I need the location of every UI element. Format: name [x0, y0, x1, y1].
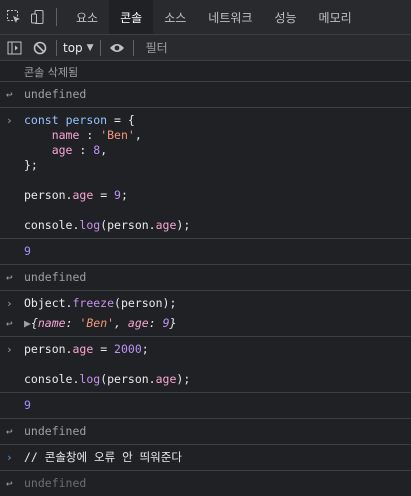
comment-line: // 콘솔창에 오류 안 띄워준다	[24, 450, 182, 464]
tab-sources[interactable]: 소스	[153, 0, 197, 34]
input-row: › // 콘솔창에 오류 안 띄워준다	[0, 445, 411, 471]
expand-triangle-icon[interactable]: ▶	[24, 316, 31, 330]
inspect-element-icon[interactable]	[4, 7, 24, 27]
log-output-row: 9	[0, 239, 411, 265]
result-value: undefined	[24, 270, 87, 284]
result-row: ↩ undefined	[0, 82, 411, 108]
result-arrow-icon: ↩	[6, 317, 13, 330]
result-arrow-icon: ↩	[6, 271, 13, 284]
sidebar-toggle-icon[interactable]	[4, 38, 24, 58]
code-block: person.age = 2000; console.log(person.ag…	[24, 342, 191, 386]
console-toolbar: top ▼ 필터	[0, 35, 411, 61]
device-toolbar-icon[interactable]	[28, 7, 48, 27]
input-chevron-icon: ›	[6, 451, 13, 464]
filter-input[interactable]: 필터	[146, 39, 168, 56]
result-value: undefined	[24, 424, 87, 438]
result-arrow-icon: ↩	[6, 477, 13, 490]
context-label: top	[63, 40, 83, 55]
input-chevron-icon: ›	[6, 297, 13, 310]
code-line: Object.freeze(person);	[24, 296, 177, 310]
result-row: ↩ undefined	[0, 471, 411, 496]
tab-performance[interactable]: 성능	[263, 0, 307, 34]
toolbar-divider	[99, 39, 101, 56]
log-output-value: 9	[24, 398, 31, 412]
eager-result-value: undefined	[24, 476, 87, 490]
context-selector[interactable]: top ▼	[63, 41, 94, 55]
object-preview[interactable]: ▶{name: 'Ben', age: 9}	[0, 314, 411, 336]
tab-network[interactable]: 네트워크	[197, 0, 263, 34]
input-row: › Object.freeze(person);	[0, 291, 411, 314]
input-row: › person.age = 2000; console.log(person.…	[0, 337, 411, 393]
toolbar-divider	[56, 39, 57, 56]
console-messages: 콘솔 삭제됨 ↩ undefined › const person = { na…	[0, 61, 411, 490]
console-cleared-row: 콘솔 삭제됨	[0, 61, 411, 82]
input-row: › const person = { name : 'Ben', age : 8…	[0, 108, 411, 239]
toolbar-divider	[132, 39, 134, 56]
devtools-tabbar: 요소 콘솔 소스 네트워크 성능 메모리	[0, 0, 411, 35]
result-row: ↩ undefined	[0, 265, 411, 291]
result-value: undefined	[24, 87, 87, 101]
chevron-down-icon: ▼	[86, 42, 94, 53]
log-output-value: 9	[24, 244, 31, 258]
tabbar-divider	[56, 8, 57, 26]
result-arrow-icon: ↩	[6, 425, 13, 438]
code-block: const person = { name : 'Ben', age : 8, …	[24, 113, 191, 232]
input-chevron-icon: ›	[6, 343, 13, 356]
result-arrow-icon: ↩	[6, 88, 13, 101]
tab-elements[interactable]: 요소	[65, 0, 109, 34]
tab-memory[interactable]: 메모리	[308, 0, 352, 34]
result-row: ↩ ▶{name: 'Ben', age: 9}	[0, 314, 411, 337]
live-expression-eye-icon[interactable]	[107, 38, 127, 58]
input-chevron-icon: ›	[6, 114, 13, 127]
tab-console[interactable]: 콘솔	[109, 0, 154, 34]
clear-console-icon[interactable]	[30, 38, 50, 58]
log-output-row: 9	[0, 393, 411, 419]
result-row: ↩ undefined	[0, 419, 411, 445]
